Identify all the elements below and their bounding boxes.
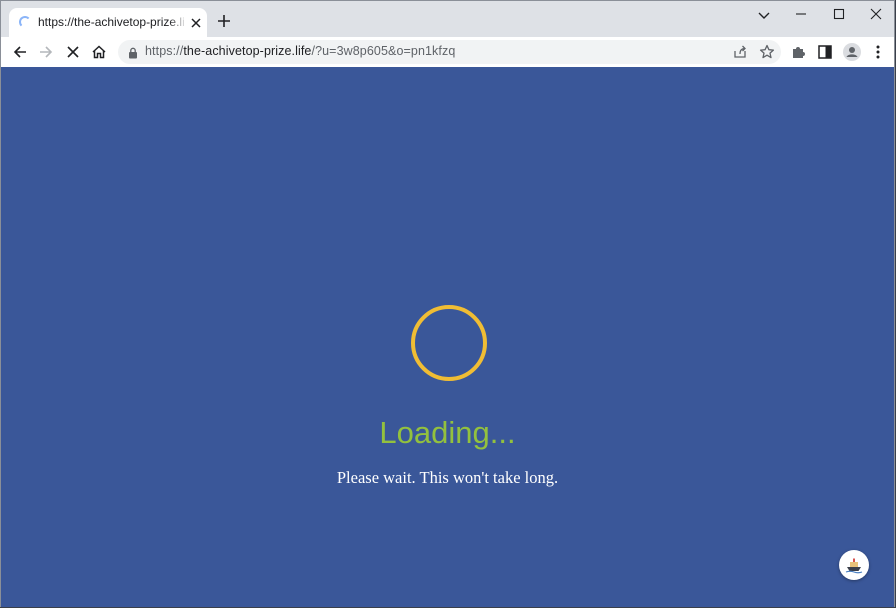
maximize-icon[interactable] (821, 5, 857, 23)
chat-widget-button[interactable] (839, 550, 869, 580)
star-icon[interactable] (758, 43, 776, 66)
arrow-left-icon[interactable] (10, 42, 30, 62)
tab-close-icon[interactable] (189, 16, 203, 30)
browser-tab[interactable]: https://the-achivetop-prize.life/?u=3w8p… (9, 8, 207, 37)
new-tab-icon[interactable] (215, 12, 233, 30)
url-scheme: https:// (145, 44, 184, 58)
arrow-right-icon[interactable] (36, 42, 56, 62)
side-panel-icon[interactable] (815, 42, 835, 62)
tab-title: https://the-achivetop-prize.life/?u=3w8p… (38, 15, 184, 29)
share-icon[interactable] (732, 44, 748, 65)
url-text[interactable]: https://the-achivetop-prize.life/?u=3w8p… (145, 44, 455, 58)
address-bar[interactable]: https://the-achivetop-prize.life/?u=3w8p… (118, 40, 781, 64)
close-window-icon[interactable] (858, 5, 894, 23)
puzzle-icon[interactable] (789, 42, 809, 62)
minimize-icon[interactable] (783, 5, 819, 23)
loading-text: Loading... (379, 415, 516, 450)
url-path: /?u=3w8p605&o=pn1kfzq (311, 44, 456, 58)
tab-strip: https://the-achivetop-prize.life/?u=3w8p… (1, 1, 894, 37)
ship-icon (845, 558, 863, 574)
browser-window: https://the-achivetop-prize.life/?u=3w8p… (0, 0, 895, 607)
browser-toolbar: https://the-achivetop-prize.life/?u=3w8p… (1, 37, 894, 67)
close-icon[interactable] (63, 42, 83, 62)
lock-icon[interactable] (128, 46, 138, 59)
chevron-down-icon[interactable] (755, 9, 773, 23)
url-domain: the-achivetop-prize.life (183, 44, 312, 58)
tab-loading-spinner-icon (19, 16, 31, 28)
wait-message: Please wait. This won't take long. (336, 468, 559, 487)
kebab-menu-icon[interactable] (868, 42, 888, 62)
page-content: Loading... Please wait. This won't take … (1, 67, 894, 607)
home-icon[interactable] (89, 42, 109, 62)
avatar-icon[interactable] (842, 42, 862, 62)
loading-ring-icon (411, 305, 487, 381)
tab-title-fade (169, 14, 187, 32)
